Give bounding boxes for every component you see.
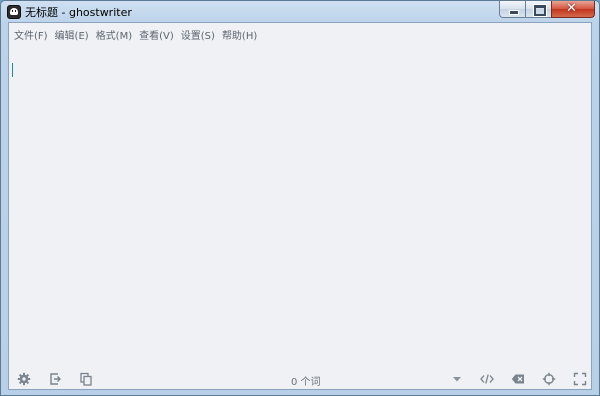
maximize-button[interactable] bbox=[525, 1, 551, 18]
window-title: 无标题 - ghostwriter bbox=[25, 6, 132, 19]
crosshair-icon[interactable] bbox=[542, 372, 556, 386]
menu-file[interactable]: 文件(F) bbox=[11, 23, 52, 43]
code-icon[interactable] bbox=[480, 372, 494, 386]
window-controls: ✕ bbox=[499, 1, 595, 19]
text-caret bbox=[12, 63, 13, 77]
menu-view[interactable]: 查看(V) bbox=[136, 23, 178, 43]
menu-edit[interactable]: 编辑(E) bbox=[52, 23, 93, 43]
menu-format[interactable]: 格式(M) bbox=[93, 23, 136, 43]
minimize-button[interactable] bbox=[499, 1, 525, 18]
markdown-editor[interactable] bbox=[9, 43, 591, 369]
client-area: 文件(F) 编辑(E) 格式(M) 查看(V) 设置(S) 帮助(H) 0 个词 bbox=[8, 22, 592, 390]
copy-html-icon[interactable] bbox=[79, 372, 93, 386]
close-icon: ✕ bbox=[566, 1, 577, 16]
minimize-icon bbox=[509, 10, 519, 15]
gear-icon[interactable] bbox=[17, 372, 31, 386]
status-bar: 0 个词 bbox=[9, 369, 591, 389]
fullscreen-icon[interactable] bbox=[573, 372, 587, 386]
menu-help[interactable]: 帮助(H) bbox=[219, 23, 261, 43]
backspace-icon[interactable] bbox=[511, 372, 525, 386]
chevron-down-icon[interactable] bbox=[450, 372, 464, 386]
menu-settings[interactable]: 设置(S) bbox=[178, 23, 219, 43]
word-count: 0 个词 bbox=[291, 377, 321, 388]
maximize-icon bbox=[534, 5, 546, 16]
app-window: 无标题 - ghostwriter ✕ 文件(F) 编辑(E) 格式(M) 查看… bbox=[0, 0, 600, 396]
ghostwriter-logo-icon[interactable] bbox=[7, 5, 21, 19]
close-button[interactable]: ✕ bbox=[551, 1, 595, 18]
menu-bar: 文件(F) 编辑(E) 格式(M) 查看(V) 设置(S) 帮助(H) bbox=[9, 23, 261, 43]
title-bar[interactable]: 无标题 - ghostwriter ✕ bbox=[1, 1, 599, 23]
export-icon[interactable] bbox=[48, 372, 62, 386]
